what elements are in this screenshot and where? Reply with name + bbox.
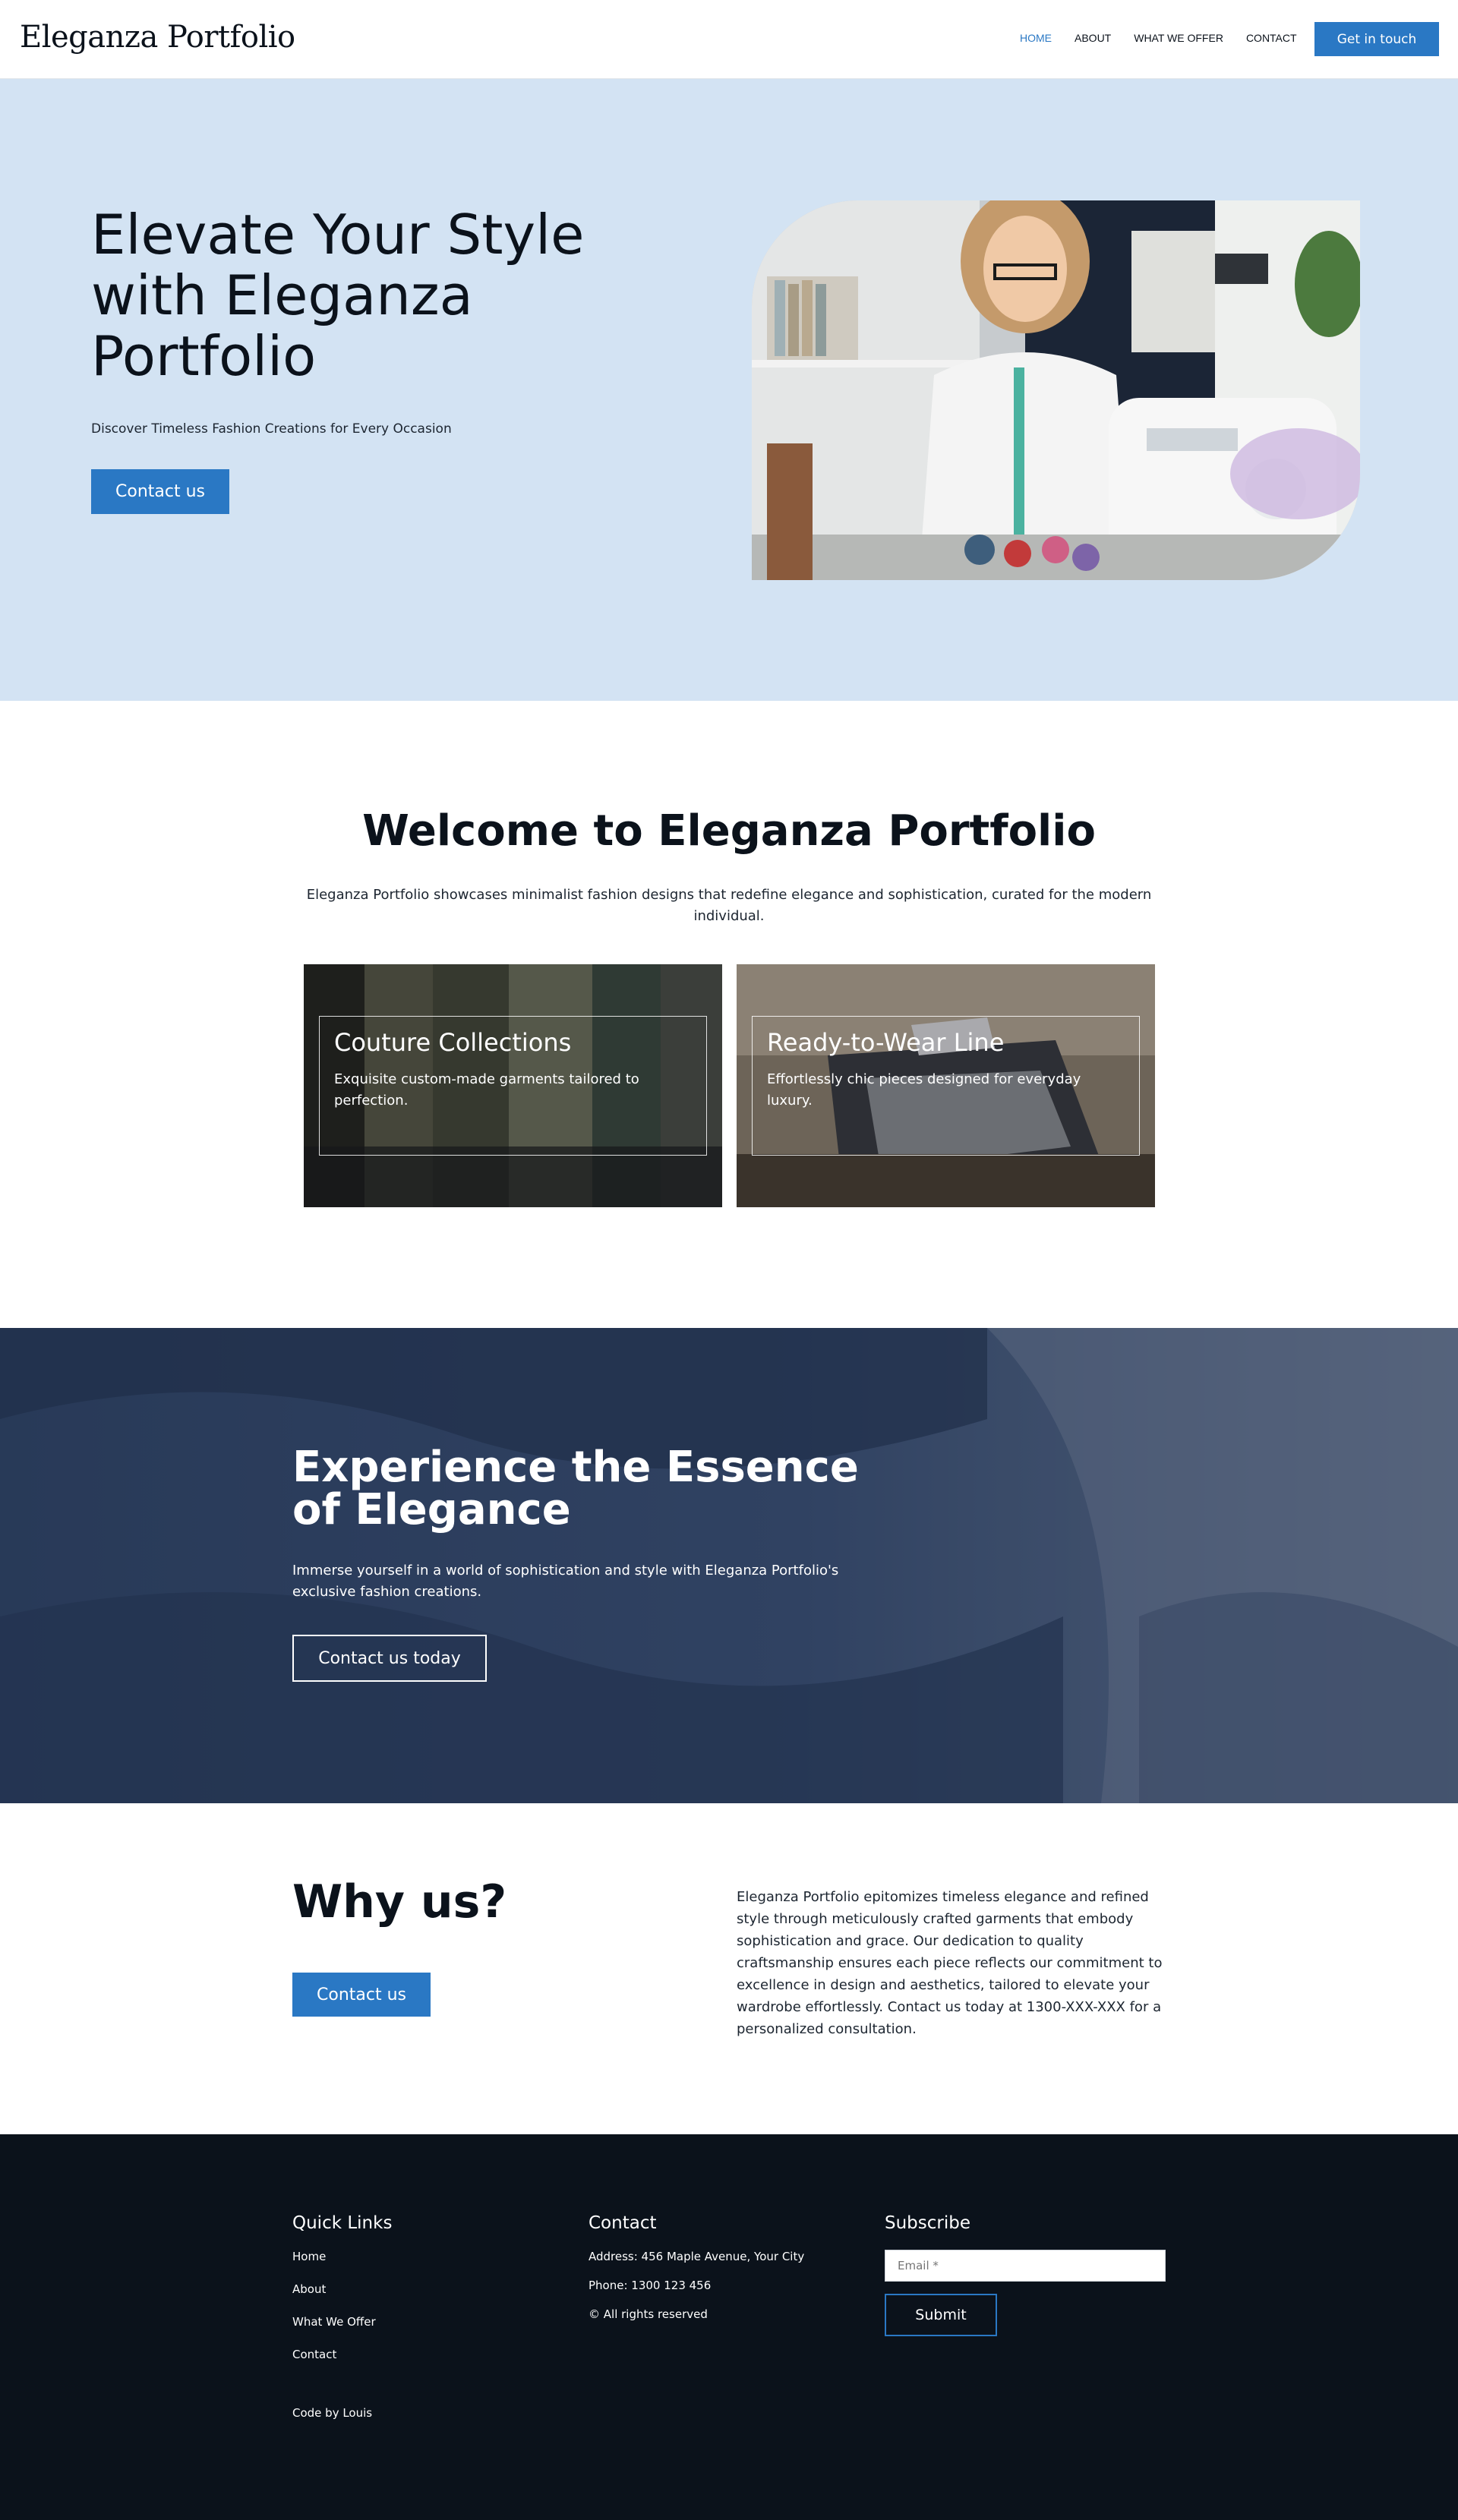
contact-column: Contact Address: 456 Maple Avenue, Your …: [589, 2213, 804, 2336]
subscribe-title: Subscribe: [885, 2213, 971, 2233]
code-by-credit[interactable]: Code by Louis: [292, 2406, 372, 2420]
card-text: Effortlessly chic pieces designed for ev…: [767, 1071, 1081, 1109]
footer-address: Address: 456 Maple Avenue, Your City: [589, 2250, 805, 2263]
quick-links-title: Quick Links: [292, 2213, 393, 2233]
footer-link-home[interactable]: Home: [292, 2250, 392, 2263]
submit-button[interactable]: Submit: [885, 2294, 997, 2336]
welcome-title: Welcome to Eleganza Portfolio: [362, 806, 1096, 856]
footer-rights: © All rights reserved: [589, 2307, 708, 2321]
footer-link-contact[interactable]: Contact: [292, 2348, 392, 2361]
hero-section: Elevate Your Style with Eleganza Portfol…: [0, 79, 1458, 701]
footer-link-what-we-offer[interactable]: What We Offer: [292, 2315, 392, 2329]
card-text: Exquisite custom-made garments tailored …: [334, 1071, 639, 1109]
quick-links-column: Quick Links Home About What We Offer Con…: [292, 2213, 392, 2380]
experience-section: Experience the Essence of Elegance Immer…: [0, 1328, 1458, 1803]
nav-what-we-offer[interactable]: WHAT WE OFFER: [1134, 32, 1223, 44]
hero-photo-illustration: [752, 200, 1360, 580]
site-header: Eleganza Portfolio HOME ABOUT WHAT WE OF…: [0, 0, 1458, 79]
email-input[interactable]: [885, 2250, 1166, 2282]
experience-text: Immerse yourself in a world of sophistic…: [292, 1563, 839, 1600]
couture-card[interactable]: Couture Collections Exquisite custom-mad…: [304, 964, 722, 1207]
nav-home[interactable]: HOME: [1020, 32, 1052, 44]
welcome-text: Eleganza Portfolio showcases minimalist …: [306, 887, 1152, 924]
site-logo[interactable]: Eleganza Portfolio: [20, 20, 295, 55]
footer-link-about[interactable]: About: [292, 2282, 392, 2296]
why-contact-button[interactable]: Contact us: [292, 1973, 431, 2017]
ready-to-wear-card[interactable]: Ready-to-Wear Line Effortlessly chic pie…: [737, 964, 1155, 1207]
main-nav: HOME ABOUT WHAT WE OFFER CONTACT: [1020, 32, 1297, 44]
card-title: Couture Collections: [334, 1028, 572, 1057]
get-in-touch-button[interactable]: Get in touch: [1314, 22, 1439, 56]
contact-us-today-button[interactable]: Contact us today: [292, 1635, 487, 1682]
nav-about[interactable]: ABOUT: [1075, 32, 1111, 44]
hero-contact-button[interactable]: Contact us: [91, 469, 229, 514]
experience-title: Experience the Essence of Elegance: [292, 1443, 859, 1534]
hero-image: [752, 200, 1360, 580]
card-title: Ready-to-Wear Line: [767, 1028, 1005, 1057]
hero-subtitle: Discover Timeless Fashion Creations for …: [91, 421, 452, 437]
footer-phone: Phone: 1300 123 456: [589, 2279, 712, 2292]
nav-contact[interactable]: CONTACT: [1246, 32, 1297, 44]
site-footer: Quick Links Home About What We Offer Con…: [0, 2134, 1458, 2520]
why-us-title: Why us?: [292, 1875, 507, 1929]
hero-title: Elevate Your Style with Eleganza Portfol…: [91, 203, 585, 388]
subscribe-column: Subscribe Submit: [885, 2213, 1166, 2336]
contact-title: Contact: [589, 2213, 657, 2233]
why-us-text: Eleganza Portfolio epitomizes timeless e…: [737, 1889, 1163, 2037]
